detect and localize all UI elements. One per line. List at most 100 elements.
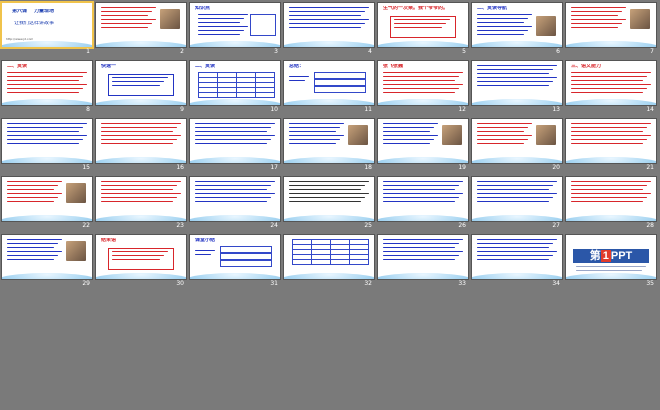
text-line — [101, 15, 148, 17]
text-line — [477, 197, 553, 199]
slide-cell[interactable]: 快速一 9 — [96, 61, 186, 114]
slide-cell[interactable]: 25 — [284, 177, 374, 230]
slide-cell[interactable]: 第 1 PPT 35 — [566, 235, 656, 288]
slide-cell[interactable]: 7 — [566, 3, 656, 56]
slide-thumbnail[interactable]: 二、赏读导航 — [472, 3, 562, 47]
slide-cell[interactable]: 二、赏读 10 — [190, 61, 280, 114]
slide-thumbnail[interactable]: 三、语文能力 — [566, 61, 656, 105]
slide-thumbnail[interactable]: 知识点 — [190, 3, 280, 47]
slide-cell[interactable]: 三、语文能力 14 — [566, 61, 656, 114]
slide-thumbnail[interactable]: 第六课 力量现场 让我们这样讲故事 http://www.jd.com — [2, 3, 92, 47]
summary-box — [220, 253, 272, 260]
wave-decoration — [96, 157, 186, 163]
slide-cell[interactable]: 二、赏读导航 6 — [472, 3, 562, 56]
slide-thumbnail[interactable]: 快速一 — [96, 61, 186, 105]
picture — [160, 9, 180, 29]
slide-cell[interactable]: 16 — [96, 119, 186, 172]
slide-thumbnail[interactable] — [96, 3, 186, 47]
text-line — [101, 27, 148, 29]
slide-cell[interactable]: 34 — [472, 235, 562, 288]
slide-thumbnail[interactable]: 第 1 PPT — [566, 235, 656, 279]
text-line — [7, 185, 58, 187]
slide-thumbnail[interactable] — [378, 235, 468, 279]
text-line — [477, 243, 553, 245]
slide-thumbnail[interactable] — [2, 177, 92, 221]
slide-thumbnail[interactable] — [378, 177, 468, 221]
slide-thumbnail[interactable] — [96, 119, 186, 163]
text-line — [289, 11, 365, 13]
slide-cell[interactable]: 18 — [284, 119, 374, 172]
slide-thumbnail[interactable] — [284, 235, 374, 279]
slide-thumbnail[interactable]: 总结： — [284, 61, 374, 105]
wave-decoration — [2, 41, 92, 47]
slide-thumbnail[interactable] — [2, 235, 92, 279]
slide-cell[interactable]: 课堂小结 31 — [190, 235, 280, 288]
slide-thumbnail[interactable] — [284, 177, 374, 221]
slide-heading: 课堂小结 — [195, 238, 216, 242]
slide-cell[interactable]: 22 — [2, 177, 92, 230]
slide-cell[interactable]: 19 — [378, 119, 468, 172]
wave-decoration — [284, 273, 374, 279]
wave-decoration — [190, 215, 280, 221]
slide-cell[interactable]: 总结： 11 — [284, 61, 374, 114]
slide-thumbnail[interactable]: 张飞张巍 — [378, 61, 468, 105]
wave-decoration — [284, 99, 374, 105]
text-line — [383, 247, 455, 249]
slide-number: 9 — [180, 106, 184, 113]
slide-cell[interactable]: 29 — [2, 235, 92, 288]
slide-thumbnail[interactable] — [566, 3, 656, 47]
slide-thumbnail[interactable] — [472, 235, 562, 279]
text-line — [195, 193, 275, 195]
slide-cell[interactable]: 第六课 力量现场 让我们这样讲故事 http://www.jd.com 1 — [2, 3, 92, 56]
slide-thumbnail[interactable]: 结束语 — [96, 235, 186, 279]
slide-cell[interactable]: 生气的一次乘。 我个爷爷的。 5 — [378, 3, 468, 56]
text-line — [477, 34, 524, 36]
text-line — [383, 131, 430, 133]
slide-cell[interactable]: 24 — [190, 177, 280, 230]
text-line — [571, 23, 622, 25]
slide-number: 25 — [364, 222, 372, 229]
slide-thumbnail[interactable] — [472, 177, 562, 221]
slide-cell[interactable]: 2 — [96, 3, 186, 56]
slide-thumbnail[interactable]: 生气的一次乘。 我个爷爷的。 — [378, 3, 468, 47]
slide-cell[interactable]: 15 — [2, 119, 92, 172]
slide-cell[interactable]: 知识点 3 — [190, 3, 280, 56]
slide-cell[interactable]: 21 — [566, 119, 656, 172]
slide-thumbnail-grid: 第六课 力量现场 让我们这样讲故事 http://www.jd.com 1 2 知识点 3 4 生… — [2, 3, 658, 408]
text-line — [101, 123, 181, 125]
slide-cell[interactable]: 23 — [96, 177, 186, 230]
slide-thumbnail[interactable] — [190, 177, 280, 221]
slide-cell[interactable]: 结束语 30 — [96, 235, 186, 288]
slide-thumbnail[interactable]: 二、赏读 — [2, 61, 92, 105]
slide-cell[interactable]: 27 — [472, 177, 562, 230]
logo-text-a: 第 — [589, 250, 601, 262]
slide-cell[interactable]: 33 — [378, 235, 468, 288]
slide-thumbnail[interactable] — [190, 119, 280, 163]
slide-cell[interactable]: 13 — [472, 61, 562, 114]
slide-cell[interactable]: 28 — [566, 177, 656, 230]
slide-thumbnail[interactable] — [566, 119, 656, 163]
slide-thumbnail[interactable] — [566, 177, 656, 221]
text-line — [101, 201, 173, 203]
text-line — [576, 270, 642, 272]
slide-number: 17 — [270, 164, 278, 171]
slide-thumbnail[interactable] — [284, 3, 374, 47]
slide-thumbnail[interactable] — [96, 177, 186, 221]
slide-cell[interactable]: 17 — [190, 119, 280, 172]
slide-thumbnail[interactable] — [472, 119, 562, 163]
text-line — [571, 139, 647, 141]
slide-thumbnail[interactable]: 二、赏读 — [190, 61, 280, 105]
slide-cell[interactable]: 26 — [378, 177, 468, 230]
slide-thumbnail[interactable] — [284, 119, 374, 163]
slide-thumbnail[interactable] — [378, 119, 468, 163]
wave-decoration — [96, 41, 186, 47]
slide-cell[interactable]: 二、赏读 8 — [2, 61, 92, 114]
slide-thumbnail[interactable]: 课堂小结 — [190, 235, 280, 279]
slide-cell[interactable]: 20 — [472, 119, 562, 172]
summary-box — [220, 260, 272, 267]
slide-cell[interactable]: 张飞张巍 12 — [378, 61, 468, 114]
slide-cell[interactable]: 4 — [284, 3, 374, 56]
slide-cell[interactable]: 32 — [284, 235, 374, 288]
slide-thumbnail[interactable] — [472, 61, 562, 105]
slide-thumbnail[interactable] — [2, 119, 92, 163]
